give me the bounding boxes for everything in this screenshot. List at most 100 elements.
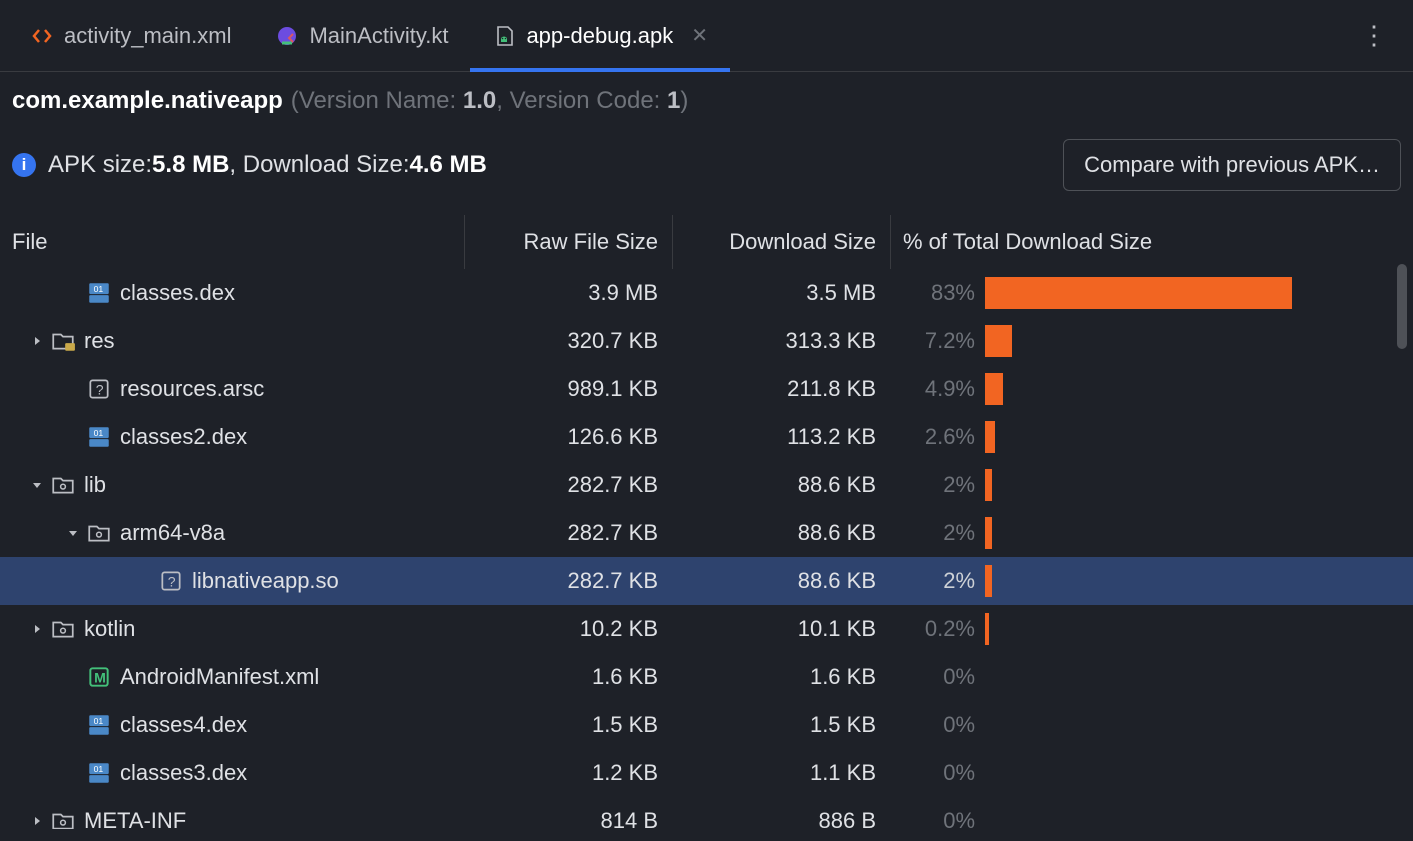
- chevron-right-icon[interactable]: [24, 623, 50, 635]
- raw-size: 320.7 KB: [464, 328, 672, 354]
- close-icon[interactable]: ✕: [691, 23, 708, 48]
- tab-label: activity_main.xml: [64, 23, 231, 49]
- file-name: resources.arsc: [120, 376, 264, 402]
- folder-icon: [50, 472, 76, 498]
- column-download-size[interactable]: Download Size: [672, 215, 890, 269]
- compare-button[interactable]: Compare with previous APK…: [1063, 139, 1401, 191]
- percent-bar-cell: [985, 557, 1401, 605]
- raw-size: 989.1 KB: [464, 376, 672, 402]
- percent-value: 2%: [890, 568, 985, 594]
- chevron-down-icon[interactable]: [60, 527, 86, 539]
- tab-activity-main[interactable]: activity_main.xml: [8, 0, 253, 71]
- percent-bar-cell: [985, 509, 1401, 557]
- tabs-overflow-menu[interactable]: ⋮: [1341, 20, 1405, 51]
- table-row[interactable]: META-INF814 B886 B0%: [0, 797, 1413, 829]
- package-line: com.example.nativeapp (Version Name: 1.0…: [12, 87, 1401, 115]
- table-row[interactable]: res320.7 KB313.3 KB7.2%: [0, 317, 1413, 365]
- download-size: 88.6 KB: [672, 568, 890, 594]
- version-info: (Version Name: 1.0, Version Code: 1): [291, 87, 689, 115]
- percent-bar: [985, 565, 992, 597]
- percent-bar: [985, 277, 1292, 309]
- svg-text:?: ?: [168, 573, 176, 589]
- svg-text:01: 01: [94, 764, 104, 774]
- percent-value: 83%: [890, 280, 985, 306]
- table-row[interactable]: 01classes4.dex1.5 KB1.5 KB0%: [0, 701, 1413, 749]
- percent-bar: [985, 325, 1012, 357]
- dex-icon: 01: [86, 760, 112, 786]
- download-size: 313.3 KB: [672, 328, 890, 354]
- folder-icon: [86, 520, 112, 546]
- table-row[interactable]: ?resources.arsc989.1 KB211.8 KB4.9%: [0, 365, 1413, 413]
- file-name-cell: M AndroidManifest.xml: [12, 664, 464, 690]
- table-row[interactable]: 01classes.dex3.9 MB3.5 MB83%: [0, 269, 1413, 317]
- svg-text:01: 01: [94, 284, 104, 294]
- column-percent[interactable]: % of Total Download Size: [890, 215, 1401, 269]
- percent-value: 2%: [890, 472, 985, 498]
- size-line: i APK size: 5.8 MB , Download Size: 4.6 …: [12, 139, 1401, 191]
- folder-res-icon: [50, 328, 76, 354]
- package-name: com.example.nativeapp: [12, 87, 283, 115]
- table-row[interactable]: arm64-v8a282.7 KB88.6 KB2%: [0, 509, 1413, 557]
- percent-bar: [985, 613, 989, 645]
- unknown-icon: ?: [158, 568, 184, 594]
- raw-size: 282.7 KB: [464, 520, 672, 546]
- folder-icon: [50, 616, 76, 642]
- percent-value: 0%: [890, 760, 985, 786]
- table-row[interactable]: ?libnativeapp.so282.7 KB88.6 KB2%: [0, 557, 1413, 605]
- download-size: 113.2 KB: [672, 424, 890, 450]
- file-name: classes4.dex: [120, 712, 247, 738]
- percent-bar-cell: [985, 317, 1401, 365]
- percent-bar: [985, 469, 992, 501]
- percent-value: 2%: [890, 520, 985, 546]
- tab-label: app-debug.apk: [526, 23, 673, 49]
- percent-bar: [985, 517, 992, 549]
- svg-text:01: 01: [94, 716, 104, 726]
- vertical-scrollbar[interactable]: [1397, 264, 1407, 349]
- chevron-down-icon[interactable]: [24, 479, 50, 491]
- dex-icon: 01: [86, 280, 112, 306]
- file-name-cell: 01classes2.dex: [12, 424, 464, 450]
- file-name: META-INF: [84, 808, 186, 829]
- download-size: 88.6 KB: [672, 472, 890, 498]
- file-name-cell: 01classes.dex: [12, 280, 464, 306]
- table-row[interactable]: MAndroidManifest.xml1.6 KB1.6 KB0%: [0, 653, 1413, 701]
- editor-tabs: activity_main.xml MainActivity.kt app-de…: [0, 0, 1413, 72]
- file-table-body: 01classes.dex3.9 MB3.5 MB83%res320.7 KB3…: [0, 269, 1413, 829]
- chevron-right-icon[interactable]: [24, 815, 50, 827]
- percent-bar: [985, 373, 1003, 405]
- download-size: 10.1 KB: [672, 616, 890, 642]
- folder-icon: [50, 808, 76, 829]
- percent-bar-cell: [985, 653, 1401, 701]
- xml-icon: [30, 24, 54, 48]
- file-name-cell: arm64-v8a: [12, 520, 464, 546]
- percent-value: 0%: [890, 664, 985, 690]
- dex-icon: 01: [86, 712, 112, 738]
- column-file[interactable]: File: [12, 229, 464, 255]
- table-row[interactable]: kotlin10.2 KB10.1 KB0.2%: [0, 605, 1413, 653]
- percent-bar-cell: [985, 701, 1401, 749]
- percent-bar-cell: [985, 365, 1401, 413]
- download-size: 88.6 KB: [672, 520, 890, 546]
- table-row[interactable]: 01classes3.dex1.2 KB1.1 KB0%: [0, 749, 1413, 797]
- raw-size: 1.2 KB: [464, 760, 672, 786]
- apk-icon: [492, 24, 516, 48]
- tab-app-debug-apk[interactable]: app-debug.apk ✕: [470, 0, 730, 71]
- manifest-icon: M: [86, 664, 112, 690]
- file-name-cell: ?resources.arsc: [12, 376, 464, 402]
- download-size: 211.8 KB: [672, 376, 890, 402]
- percent-value: 0%: [890, 712, 985, 738]
- percent-bar-cell: [985, 413, 1401, 461]
- percent-bar-cell: [985, 797, 1401, 829]
- file-name: AndroidManifest.xml: [120, 664, 319, 690]
- chevron-right-icon[interactable]: [24, 335, 50, 347]
- table-row[interactable]: 01classes2.dex126.6 KB113.2 KB2.6%: [0, 413, 1413, 461]
- apk-info-bar: com.example.nativeapp (Version Name: 1.0…: [0, 72, 1413, 191]
- tab-main-activity[interactable]: MainActivity.kt: [253, 0, 470, 71]
- dex-icon: 01: [86, 424, 112, 450]
- svg-text:01: 01: [94, 428, 104, 438]
- table-row[interactable]: lib282.7 KB88.6 KB2%: [0, 461, 1413, 509]
- raw-size: 126.6 KB: [464, 424, 672, 450]
- column-raw-size[interactable]: Raw File Size: [464, 215, 672, 269]
- table-header: File Raw File Size Download Size % of To…: [0, 215, 1413, 269]
- raw-size: 10.2 KB: [464, 616, 672, 642]
